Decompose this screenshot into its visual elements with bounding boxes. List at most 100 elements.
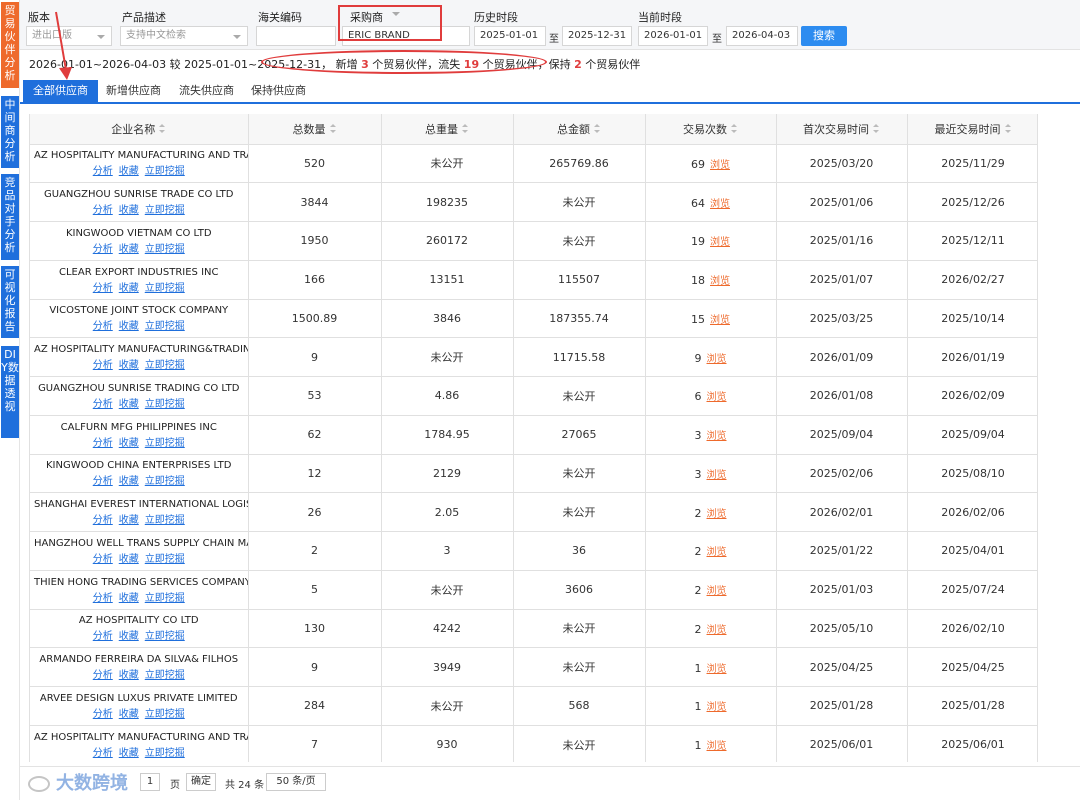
- sort-icon[interactable]: [329, 123, 337, 134]
- favorite-link[interactable]: 收藏: [119, 476, 139, 487]
- analyze-link[interactable]: 分析: [93, 593, 113, 604]
- favorite-link[interactable]: 收藏: [119, 709, 139, 720]
- analyze-link[interactable]: 分析: [93, 748, 113, 759]
- product-input[interactable]: 支持中文检索: [120, 26, 248, 46]
- sidenav-tab-competitor[interactable]: 竞品对手分析: [1, 174, 19, 260]
- favorite-link[interactable]: 收藏: [119, 438, 139, 449]
- company-name[interactable]: GUANGZHOU SUNRISE TRADING CO LTD: [30, 383, 247, 394]
- browse-link[interactable]: 浏览: [707, 392, 727, 403]
- favorite-link[interactable]: 收藏: [119, 399, 139, 410]
- buyer-input[interactable]: ERIC BRAND: [342, 26, 470, 46]
- tab-kept-suppliers[interactable]: 保持供应商: [241, 80, 316, 102]
- company-name[interactable]: CLEAR EXPORT INDUSTRIES INC: [30, 267, 247, 278]
- company-name[interactable]: HANGZHOU WELL TRANS SUPPLY CHAIN MANAGEM…: [30, 538, 247, 549]
- mine-now-link[interactable]: 立即挖掘: [145, 748, 185, 759]
- analyze-link[interactable]: 分析: [93, 554, 113, 565]
- company-name[interactable]: KINGWOOD CHINA ENTERPRISES LTD: [30, 460, 247, 471]
- browse-link[interactable]: 浏览: [710, 315, 730, 326]
- current-to-input[interactable]: 2026-04-03: [726, 26, 798, 46]
- sidenav-tab-visual-report[interactable]: 可视化报告: [1, 266, 19, 338]
- browse-link[interactable]: 浏览: [707, 509, 727, 520]
- browse-link[interactable]: 浏览: [707, 741, 727, 752]
- favorite-link[interactable]: 收藏: [119, 205, 139, 216]
- browse-link[interactable]: 浏览: [707, 586, 727, 597]
- col-header-company[interactable]: 企业名称: [30, 114, 249, 145]
- col-header-last-trade[interactable]: 最近交易时间: [907, 114, 1037, 145]
- current-from-input[interactable]: 2026-01-01: [638, 26, 708, 46]
- col-header-trade-count[interactable]: 交易次数: [645, 114, 777, 145]
- mine-now-link[interactable]: 立即挖掘: [145, 476, 185, 487]
- company-name[interactable]: THIEN HONG TRADING SERVICES COMPANY: [30, 577, 247, 588]
- favorite-link[interactable]: 收藏: [119, 166, 139, 177]
- edition-select[interactable]: 进出口版: [26, 26, 112, 46]
- analyze-link[interactable]: 分析: [93, 515, 113, 526]
- analyze-link[interactable]: 分析: [93, 205, 113, 216]
- mine-now-link[interactable]: 立即挖掘: [145, 593, 185, 604]
- favorite-link[interactable]: 收藏: [119, 593, 139, 604]
- favorite-link[interactable]: 收藏: [119, 748, 139, 759]
- mine-now-link[interactable]: 立即挖掘: [145, 515, 185, 526]
- browse-link[interactable]: 浏览: [710, 160, 730, 171]
- sort-icon[interactable]: [873, 123, 880, 134]
- company-name[interactable]: SHANGHAI EVEREST INTERNATIONAL LOGISTICS: [30, 499, 247, 510]
- mine-now-link[interactable]: 立即挖掘: [145, 321, 185, 332]
- analyze-link[interactable]: 分析: [93, 399, 113, 410]
- mine-now-link[interactable]: 立即挖掘: [145, 244, 185, 255]
- browse-link[interactable]: 浏览: [707, 431, 727, 442]
- tab-new-suppliers[interactable]: 新增供应商: [96, 80, 171, 102]
- hs-code-input[interactable]: [256, 26, 336, 46]
- analyze-link[interactable]: 分析: [93, 360, 113, 371]
- favorite-link[interactable]: 收藏: [119, 321, 139, 332]
- favorite-link[interactable]: 收藏: [119, 360, 139, 371]
- analyze-link[interactable]: 分析: [93, 476, 113, 487]
- company-name[interactable]: KINGWOOD VIETNAM CO LTD: [30, 228, 247, 239]
- favorite-link[interactable]: 收藏: [119, 283, 139, 294]
- company-name[interactable]: ARMANDO FERREIRA DA SILVA& FILHOS: [30, 654, 247, 665]
- company-name[interactable]: AZ HOSPITALITY CO LTD: [30, 615, 247, 626]
- sidenav-tab-intermediary[interactable]: 中间商分析: [1, 96, 19, 168]
- sort-icon[interactable]: [731, 123, 738, 134]
- company-name[interactable]: GUANGZHOU SUNRISE TRADE CO LTD: [30, 189, 247, 200]
- company-name[interactable]: CALFURN MFG PHILIPPINES INC: [30, 422, 247, 433]
- sort-icon[interactable]: [159, 123, 166, 134]
- mine-now-link[interactable]: 立即挖掘: [145, 709, 185, 720]
- col-header-amount[interactable]: 总金额: [513, 114, 646, 145]
- mine-now-link[interactable]: 立即挖掘: [145, 205, 185, 216]
- analyze-link[interactable]: 分析: [93, 709, 113, 720]
- favorite-link[interactable]: 收藏: [119, 670, 139, 681]
- analyze-link[interactable]: 分析: [93, 166, 113, 177]
- sort-icon[interactable]: [462, 123, 469, 134]
- favorite-link[interactable]: 收藏: [119, 554, 139, 565]
- favorite-link[interactable]: 收藏: [119, 244, 139, 255]
- mine-now-link[interactable]: 立即挖掘: [145, 670, 185, 681]
- browse-link[interactable]: 浏览: [707, 547, 727, 558]
- browse-link[interactable]: 浏览: [707, 470, 727, 481]
- sort-icon[interactable]: [1004, 123, 1012, 134]
- sort-icon[interactable]: [594, 123, 601, 134]
- browse-link[interactable]: 浏览: [707, 625, 727, 636]
- analyze-link[interactable]: 分析: [93, 244, 113, 255]
- browse-link[interactable]: 浏览: [710, 237, 730, 248]
- sidenav-tab-diy-pivot[interactable]: DIY数据透视: [1, 346, 19, 438]
- analyze-link[interactable]: 分析: [93, 631, 113, 642]
- history-from-input[interactable]: 2025-01-01: [474, 26, 546, 46]
- confirm-page-button[interactable]: 确定: [186, 773, 216, 791]
- company-name[interactable]: ARVEE DESIGN LUXUS PRIVATE LIMITED: [30, 693, 247, 704]
- buyer-select[interactable]: 采购商: [350, 9, 383, 25]
- browse-link[interactable]: 浏览: [707, 354, 727, 365]
- tab-all-suppliers[interactable]: 全部供应商: [23, 80, 98, 102]
- history-to-input[interactable]: 2025-12-31: [562, 26, 632, 46]
- browse-link[interactable]: 浏览: [710, 276, 730, 287]
- favorite-link[interactable]: 收藏: [119, 515, 139, 526]
- analyze-link[interactable]: 分析: [93, 283, 113, 294]
- analyze-link[interactable]: 分析: [93, 670, 113, 681]
- tab-lost-suppliers[interactable]: 流失供应商: [169, 80, 244, 102]
- mine-now-link[interactable]: 立即挖掘: [145, 631, 185, 642]
- col-header-first-trade[interactable]: 首次交易时间: [776, 114, 908, 145]
- browse-link[interactable]: 浏览: [707, 664, 727, 675]
- page-number-input[interactable]: 1: [140, 773, 160, 791]
- mine-now-link[interactable]: 立即挖掘: [145, 360, 185, 371]
- company-name[interactable]: AZ HOSPITALITY MANUFACTURING AND TRADING: [30, 150, 247, 161]
- company-name[interactable]: AZ HOSPITALITY MANUFACTURING&TRADING: [30, 344, 247, 355]
- mine-now-link[interactable]: 立即挖掘: [145, 283, 185, 294]
